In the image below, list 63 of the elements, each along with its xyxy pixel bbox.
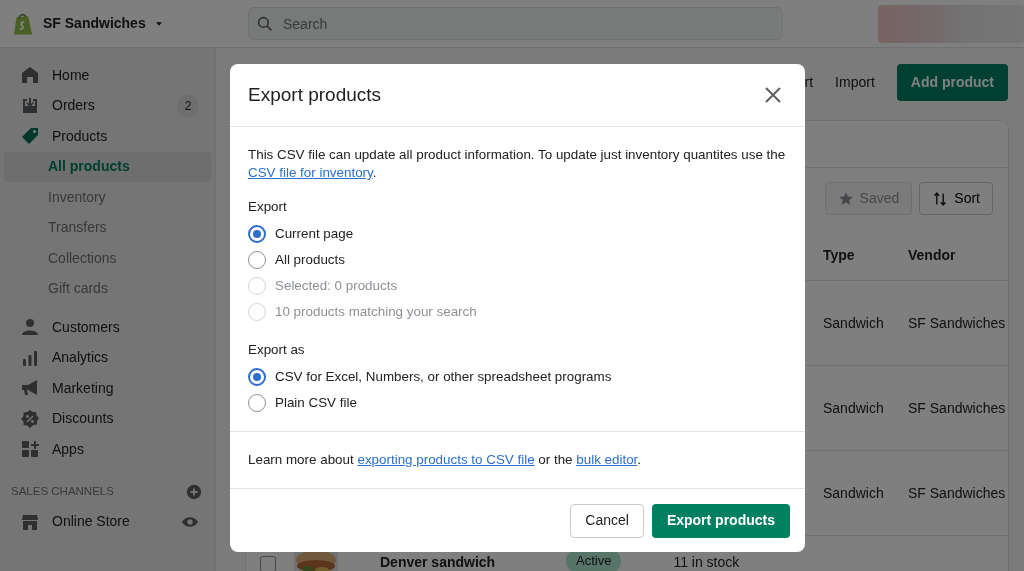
sidebar-item[interactable]: Marketing bbox=[4, 373, 211, 404]
sidebar-subitem[interactable]: All products bbox=[4, 151, 211, 182]
radio-option[interactable]: Current page bbox=[248, 221, 787, 247]
inbox-download-icon bbox=[20, 95, 40, 116]
add-channel-button[interactable] bbox=[185, 482, 203, 501]
description-text: This CSV file can update all product information. To update just inventory quantites use the CSV file for inventory. bbox=[248, 146, 787, 182]
table-cell-text: SF Sandwiches bbox=[908, 483, 1007, 503]
table-cell-text: Sandwich bbox=[823, 313, 885, 333]
group-label: Export as bbox=[248, 341, 306, 359]
sidebar-item[interactable]: Home bbox=[4, 60, 211, 91]
tag-icon bbox=[20, 126, 40, 147]
status-badge: Active bbox=[566, 550, 622, 571]
table-cell-text: SF Sandwiches bbox=[908, 313, 1007, 333]
product-name[interactable]: Denver sandwich bbox=[380, 552, 566, 571]
export-button[interactable]: Export products bbox=[651, 503, 790, 538]
sidebar-item[interactable]: Products bbox=[4, 121, 211, 152]
add-button[interactable]: Add product bbox=[896, 64, 1008, 101]
person-icon bbox=[20, 317, 40, 338]
action-button[interactable]: rt bbox=[804, 64, 814, 101]
apps-grid-icon bbox=[20, 439, 40, 460]
filter-button[interactable]: Sort bbox=[919, 182, 993, 215]
star-icon bbox=[837, 190, 854, 207]
action-button[interactable]: Import bbox=[835, 64, 875, 101]
radio-button[interactable] bbox=[248, 225, 266, 243]
sidebar-subitem[interactable]: Collections bbox=[4, 243, 211, 274]
table-cell-text: SF Sandwiches bbox=[908, 398, 1007, 418]
sidebar-item[interactable]: Customers bbox=[4, 312, 211, 343]
home-icon bbox=[20, 65, 40, 86]
sidebar-subitem[interactable]: Gift cards bbox=[4, 273, 211, 304]
sidebar-item[interactable]: Apps bbox=[4, 434, 211, 465]
discount-badge-icon bbox=[20, 408, 40, 429]
dialog-title: Export products bbox=[248, 82, 382, 107]
link[interactable]: bulk editor bbox=[576, 451, 638, 467]
sidebar-subitem[interactable]: Inventory bbox=[4, 182, 211, 213]
checkbox[interactable] bbox=[260, 556, 276, 571]
radio-option[interactable]: Plain CSV file bbox=[248, 390, 787, 416]
table-cell-text: Sandwich bbox=[823, 483, 885, 503]
cancel-button[interactable]: Cancel bbox=[570, 503, 644, 538]
section-heading: SALES CHANNELS bbox=[11, 483, 114, 499]
sidebar-subitem[interactable]: Transfers bbox=[4, 212, 211, 243]
sidebar-item[interactable]: Online Store bbox=[4, 506, 211, 537]
sidebar-item[interactable]: Analytics bbox=[4, 342, 211, 373]
plus-icon bbox=[185, 482, 203, 501]
sort-icon bbox=[932, 190, 949, 207]
radio-button[interactable] bbox=[248, 368, 266, 386]
sidebar-item[interactable]: Discounts bbox=[4, 403, 211, 434]
column-header: Vendor bbox=[908, 246, 957, 265]
close-icon bbox=[763, 85, 783, 105]
radio-option: 10 products matching your search bbox=[248, 299, 787, 325]
description-text: Learn more about exporting products to CSV file or the bulk editor. bbox=[248, 450, 642, 469]
group-label: Export bbox=[248, 198, 288, 216]
column-header: Type bbox=[823, 246, 856, 265]
search-field[interactable]: Search bbox=[248, 7, 783, 40]
radio-option: Selected: 0 products bbox=[248, 273, 787, 299]
count-badge: 2 bbox=[177, 94, 199, 117]
table-cell-text: Sandwich bbox=[823, 398, 885, 418]
table-cell-text: 11 in stock bbox=[673, 553, 740, 571]
radio-option[interactable]: CSV for Excel, Numbers, or other spreadsheet programs bbox=[248, 364, 787, 390]
sidebar-item[interactable]: Orders 2 bbox=[4, 90, 211, 121]
radio-option[interactable]: All products bbox=[248, 247, 787, 273]
link[interactable]: exporting products to CSV file bbox=[357, 451, 535, 467]
link[interactable]: CSV file for inventory bbox=[248, 165, 373, 180]
store-name[interactable]: SF Sandwiches bbox=[43, 13, 146, 34]
